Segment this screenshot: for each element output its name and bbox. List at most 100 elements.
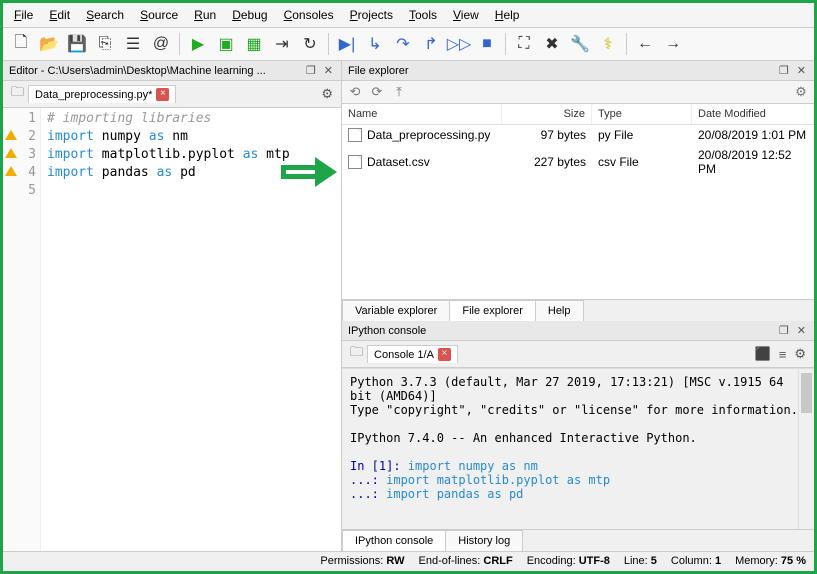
debug-step-icon[interactable]: ▶| [335,32,359,56]
tools-icon[interactable]: ✖ [540,32,564,56]
editor-path: Editor - C:\Users\admin\Desktop\Machine … [9,65,266,77]
console-output[interactable]: Python 3.7.3 (default, Mar 27 2019, 17:1… [342,368,814,529]
explorer-tabs: Variable explorerFile explorerHelp [342,299,814,321]
tab-ipython-console[interactable]: IPython console [342,530,446,551]
console-prompt: ...: [350,473,379,487]
console-code: import numpy as nm [401,459,538,473]
close-tab-icon[interactable]: × [156,88,169,101]
console-scrollbar[interactable] [798,369,814,529]
tab-file-explorer[interactable]: File explorer [449,300,536,321]
console-code: import matplotlib.pyplot as mtp [379,473,610,487]
close-console-tab-icon[interactable]: × [438,348,451,361]
save-all-icon[interactable]: ⎘ [93,32,117,56]
list-icon[interactable]: ☰ [121,32,145,56]
main-toolbar: 🗋 📂 💾 ⎘ ☰ @ ▶ ▣ ▦ ⇥ ↻ ▶| ↳ ↷ ↱ ▷▷ ■ ⛶ ✖ … [3,28,814,61]
console-pane-title: IPython console ❐ ✕ [342,321,814,341]
run-cell-icon[interactable]: ▣ [214,32,238,56]
rerun-icon[interactable]: ↻ [298,32,322,56]
browse-tabs-icon[interactable]: 🗀 [7,83,28,105]
menu-consoles[interactable]: Consoles [277,5,341,25]
forward-icon[interactable]: → [661,32,685,56]
save-icon[interactable]: 💾 [65,32,89,56]
file-row[interactable]: Dataset.csv227 bytescsv File20/08/2019 1… [342,145,814,179]
console-line: IPython 7.4.0 -- An enhanced Interactive… [350,431,806,445]
maximize-icon[interactable]: ⛶ [512,32,536,56]
editor-undock-icon[interactable]: ❐ [304,64,318,77]
nav-up-icon[interactable]: ⤒ [390,83,408,101]
fe-options-icon[interactable]: ⚙ [792,83,810,101]
menu-search[interactable]: Search [79,5,131,25]
menu-view[interactable]: View [446,5,486,25]
col-type[interactable]: Type [592,104,692,124]
status-memory: Memory: 75 % [735,555,806,567]
file-icon [348,128,362,142]
console-title-label: IPython console [348,325,426,337]
tab-help[interactable]: Help [535,300,584,321]
code-editor[interactable]: 12345 # importing librariesimport numpy … [3,108,341,551]
console-code: import pandas as pd [379,487,524,501]
stop-icon[interactable]: ■ [475,32,499,56]
run-icon[interactable]: ▶ [186,32,210,56]
file-explorer-title: File explorer ❐ ✕ [342,61,814,81]
console-tab-label: Console 1/A [374,349,434,361]
menu-tools[interactable]: Tools [402,5,444,25]
console-prompt: In [1]: [350,459,401,473]
menu-debug[interactable]: Debug [225,5,274,25]
console-line: Type "copyright", "credits" or "license"… [350,403,806,417]
menu-file[interactable]: File [7,5,40,25]
back-icon[interactable]: ← [633,32,657,56]
console-bottom-tabs: IPython consoleHistory log [342,529,814,551]
nav-forward-icon[interactable]: ⟳ [368,83,386,101]
console-inspect-icon[interactable]: ≡ [775,347,791,362]
editor-pane-title: Editor - C:\Users\admin\Desktop\Machine … [3,61,341,81]
col-size[interactable]: Size [502,104,592,124]
open-file-icon[interactable]: 📂 [37,32,61,56]
editor-close-icon[interactable]: ✕ [322,64,335,77]
file-icon [348,155,362,169]
file-list-header: Name Size Type Date Modified [342,104,814,125]
tab-history-log[interactable]: History log [445,530,523,551]
status-column: Column: 1 [671,555,721,567]
console-options-icon[interactable]: ⚙ [790,346,810,362]
run-cell-advance-icon[interactable]: ▦ [242,32,266,56]
col-date[interactable]: Date Modified [692,104,814,124]
status-encoding: Encoding: UTF-8 [527,555,610,567]
nav-back-icon[interactable]: ⟲ [346,83,364,101]
editor-options-icon[interactable]: ⚙ [317,86,337,102]
console-tab[interactable]: Console 1/A × [367,345,458,363]
debug-over-icon[interactable]: ↷ [391,32,415,56]
fe-close-icon[interactable]: ✕ [795,64,808,77]
menu-edit[interactable]: Edit [42,5,77,25]
console-browse-icon[interactable]: 🗀 [346,343,367,365]
status-eol: End-of-lines: CRLF [419,555,513,567]
menu-projects[interactable]: Projects [343,5,400,25]
console-prompt: ...: [350,487,379,501]
console-line: Python 3.7.3 (default, Mar 27 2019, 17:1… [350,375,806,403]
new-file-icon[interactable]: 🗋 [9,32,33,56]
console-undock-icon[interactable]: ❐ [777,324,791,337]
console-close-icon[interactable]: ✕ [795,324,808,337]
menu-source[interactable]: Source [133,5,185,25]
menu-help[interactable]: Help [488,5,527,25]
editor-tab-label: Data_preprocessing.py* [35,89,152,101]
status-line: Line: 5 [624,555,657,567]
file-nav: ⟲ ⟳ ⤒ ⚙ [342,81,814,104]
at-icon[interactable]: @ [149,32,173,56]
debug-continue-icon[interactable]: ▷▷ [447,32,471,56]
debug-into-icon[interactable]: ↳ [363,32,387,56]
tab-variable-explorer[interactable]: Variable explorer [342,300,450,321]
debug-out-icon[interactable]: ↱ [419,32,443,56]
arrow-annotation [281,160,339,186]
status-permissions: Permissions: RW [320,555,404,567]
menu-run[interactable]: Run [187,5,223,25]
python-icon[interactable]: ⚕ [596,32,620,56]
menu-bar: FileEditSearchSourceRunDebugConsolesProj… [3,3,814,28]
file-explorer-label: File explorer [348,65,409,77]
wrench-icon[interactable]: 🔧 [568,32,592,56]
fe-undock-icon[interactable]: ❐ [777,64,791,77]
file-row[interactable]: Data_preprocessing.py97 bytespy File20/0… [342,125,814,145]
col-name[interactable]: Name [342,104,502,124]
editor-tab[interactable]: Data_preprocessing.py* × [28,85,176,103]
console-interrupt-icon[interactable]: ⬛ [751,346,775,362]
run-line-icon[interactable]: ⇥ [270,32,294,56]
